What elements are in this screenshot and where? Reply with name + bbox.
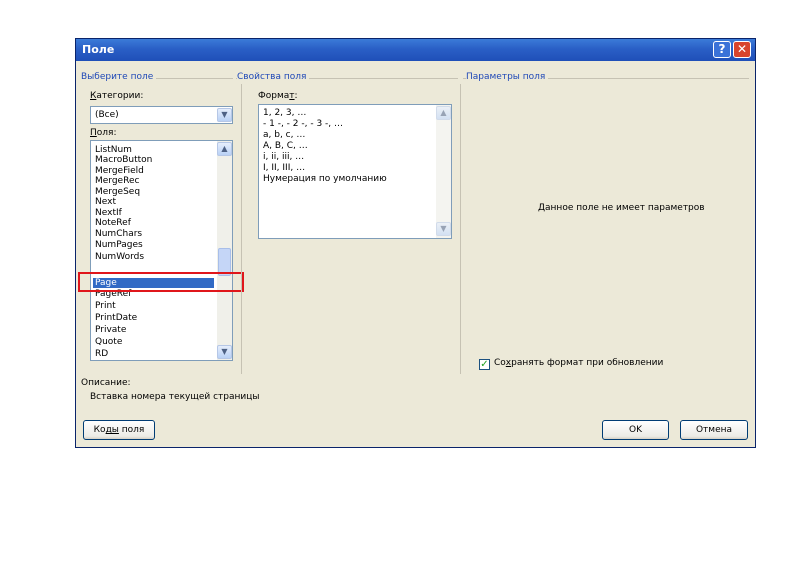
list-item[interactable]: NumWords [95, 252, 144, 262]
description-text: Вставка номера текущей страницы [90, 392, 260, 402]
format-label: Формат: [258, 91, 298, 101]
chevron-down-icon[interactable]: ▼ [217, 108, 232, 122]
list-item[interactable]: a, b, c, … [263, 130, 305, 140]
list-item[interactable]: MergeField [95, 166, 144, 176]
list-item[interactable]: PrintDate [95, 313, 137, 323]
help-button[interactable]: ? [713, 41, 731, 58]
category-value: (Все) [95, 110, 119, 120]
chevron-down-icon[interactable]: ▼ [436, 222, 451, 236]
field-codes-button[interactable]: Коды поля [83, 420, 155, 440]
description-label: Описание: [81, 378, 131, 388]
chevron-down-icon[interactable]: ▼ [217, 345, 232, 359]
field-dialog: Поле ? ✕ Выберите поле Категории: (Все) … [75, 38, 756, 448]
format-listbox[interactable]: 1, 2, 3, … - 1 -, - 2 -, - 3 -, … a, b, … [258, 104, 452, 239]
separator-right [460, 84, 461, 374]
dialog-title: Поле [82, 43, 115, 56]
list-item[interactable]: I, II, III, … [263, 163, 305, 173]
list-item[interactable]: NoteRef [95, 218, 131, 228]
fields-label: Поля: [90, 128, 117, 138]
group-title-choose-field: Выберите поле [81, 72, 157, 82]
list-item[interactable]: Print [95, 301, 116, 311]
list-item[interactable]: ListNum [95, 145, 132, 155]
list-item[interactable]: Next [95, 197, 116, 207]
list-item[interactable]: A, B, C, … [263, 141, 308, 151]
list-item[interactable]: NumPages [95, 240, 143, 250]
ok-button[interactable]: OK [602, 420, 669, 440]
list-item[interactable]: Private [95, 325, 126, 335]
format-scrollbar[interactable]: ▲ ▼ [436, 105, 451, 238]
chevron-up-icon[interactable]: ▲ [436, 106, 451, 120]
list-item[interactable]: - 1 -, - 2 -, - 3 -, … [263, 119, 343, 129]
list-item[interactable]: RD [95, 349, 108, 359]
list-item[interactable]: MergeRec [95, 176, 139, 186]
checkmark-icon: ✓ [480, 359, 489, 370]
list-item[interactable]: NumChars [95, 229, 142, 239]
separator-left [241, 84, 242, 374]
fields-scrollbar[interactable]: ▲ ▼ [217, 141, 232, 360]
cancel-button[interactable]: Отмена [680, 420, 748, 440]
group-title-field-options: Параметры поля [466, 72, 549, 82]
categories-label: Категории: [90, 91, 144, 101]
chevron-up-icon[interactable]: ▲ [217, 142, 232, 156]
list-item[interactable]: NextIf [95, 208, 122, 218]
no-params-text: Данное поле не имеет параметров [538, 203, 705, 213]
list-item[interactable]: Нумерация по умолчанию [263, 174, 387, 184]
fields-listbox[interactable]: ListNum MacroButton MergeField MergeRec … [90, 140, 233, 361]
list-item[interactable]: MergeSeq [95, 187, 140, 197]
preserve-format-label[interactable]: Сохранять формат при обновлении [494, 358, 663, 368]
group-title-field-properties: Свойства поля [237, 72, 310, 82]
preserve-format-checkbox[interactable]: ✓ [479, 359, 490, 370]
list-item[interactable]: 1, 2, 3, … [263, 108, 306, 118]
title-bar[interactable]: Поле ? ✕ [76, 39, 755, 61]
help-icon: ? [718, 42, 726, 56]
category-combobox[interactable]: (Все) ▼ [90, 106, 233, 124]
close-icon: ✕ [736, 42, 748, 56]
list-item[interactable]: MacroButton [95, 155, 152, 165]
list-item[interactable]: Quote [95, 337, 122, 347]
highlight-box [78, 272, 244, 292]
close-button[interactable]: ✕ [733, 41, 751, 58]
list-item[interactable]: i, ii, iii, … [263, 152, 304, 162]
